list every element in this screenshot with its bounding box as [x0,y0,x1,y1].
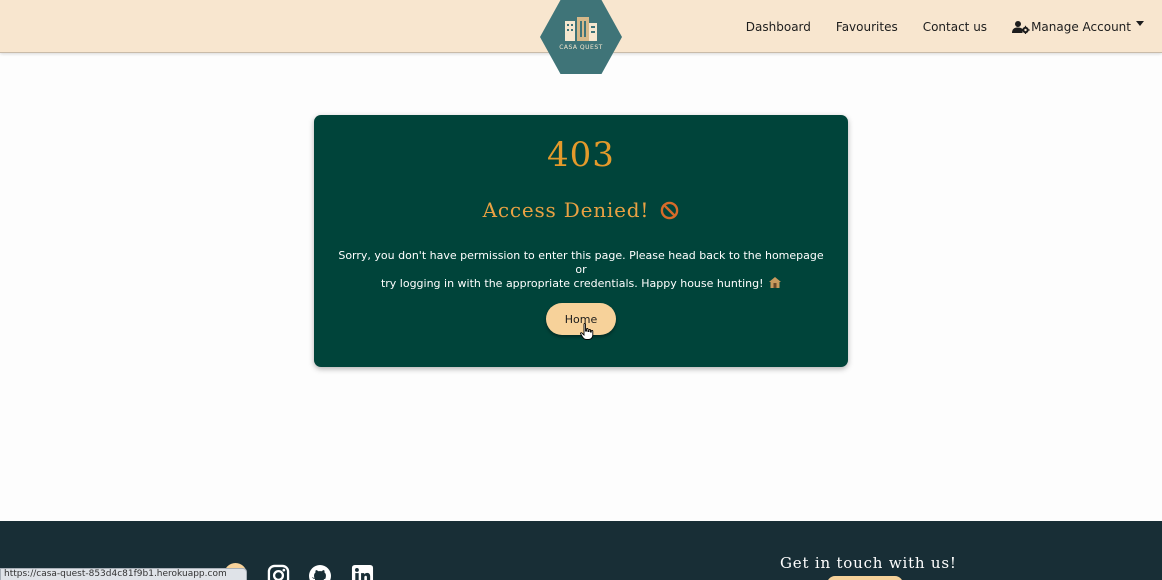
error-message: Sorry, you don't have permission to ente… [334,249,828,291]
chevron-down-icon [1136,21,1144,26]
nav-link-contact[interactable]: Contact us [923,20,987,34]
nav-links: Dashboard Favourites Contact us Manage A… [746,0,1144,53]
brand-logo-text: CASA QUEST [559,44,603,51]
linkedin-icon[interactable] [351,564,374,580]
error-code: 403 [547,135,615,175]
building-icon [565,17,597,41]
instagram-icon[interactable] [267,564,290,580]
error-title: Access Denied! [482,198,650,222]
error-message-line-2-row: try logging in with the appropriate cred… [334,277,828,291]
manage-account-dropdown[interactable]: Manage Account [1012,20,1144,34]
manage-account-label: Manage Account [1031,19,1131,34]
hand-pointer-icon [580,323,594,340]
nav-link-favourites[interactable]: Favourites [836,20,898,34]
browser-status-url: https://casa-quest-853d4c81f9b1.herokuap… [0,568,247,580]
error-message-line-2: try logging in with the appropriate cred… [380,277,764,290]
nav-link-dashboard[interactable]: Dashboard [746,20,811,34]
house-icon [769,277,782,288]
error-title-row: Access Denied! [314,198,848,222]
prohibited-icon [661,201,679,220]
user-gear-icon [1012,20,1030,34]
footer-contact-button[interactable] [827,576,903,580]
error-card: 403 Access Denied! Sorry, you don't have… [314,115,848,367]
error-message-line-1: Sorry, you don't have permission to ente… [338,249,824,276]
footer-heading: Get in touch with us! [780,554,957,572]
github-icon[interactable] [308,564,332,580]
